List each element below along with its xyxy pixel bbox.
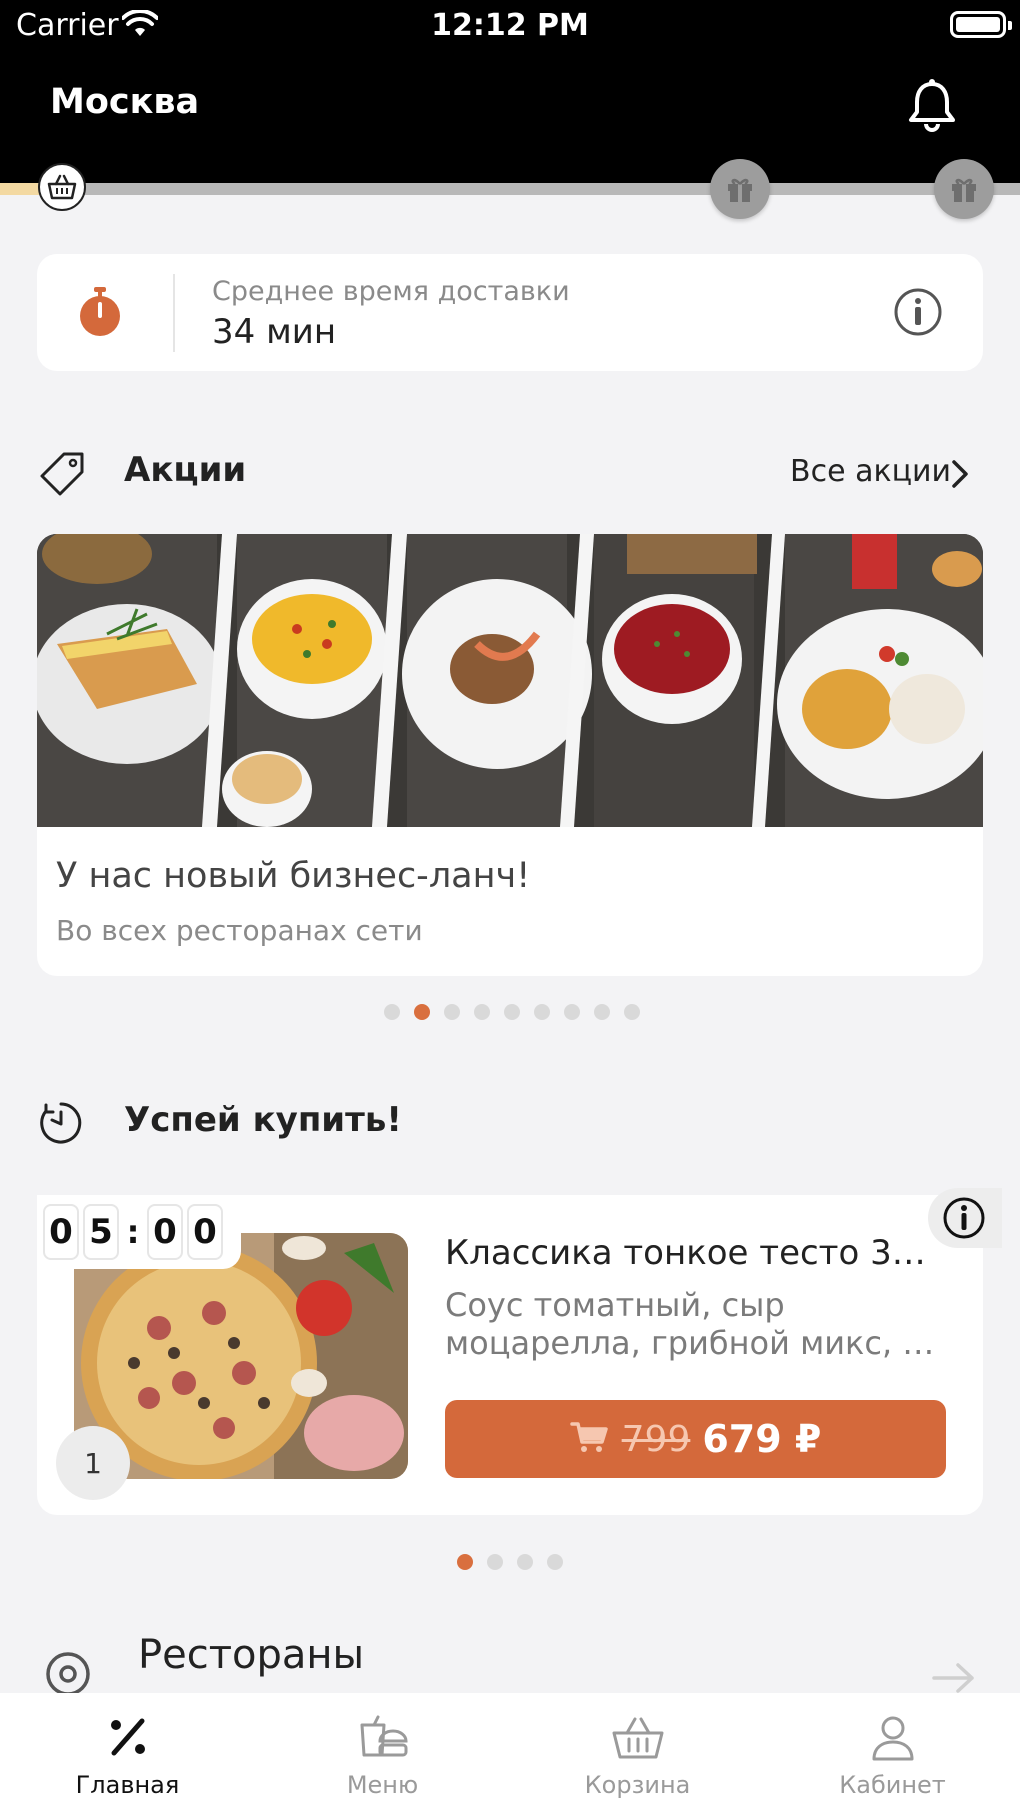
tab-label: Главная [75, 1771, 180, 1799]
promo-food-image [37, 534, 983, 827]
pager-dot[interactable] [517, 1554, 533, 1570]
pager-dot[interactable] [594, 1004, 610, 1020]
city-selector[interactable]: Москва [50, 82, 199, 122]
offer-pager[interactable] [457, 1554, 563, 1570]
tag-icon [38, 450, 86, 502]
promo-subtitle: Во всех ресторанах сети [56, 914, 423, 947]
percent-icon [0, 1715, 255, 1759]
tab-home[interactable]: Главная [0, 1693, 255, 1813]
countdown-timer: 05:00 [37, 1195, 241, 1269]
tab-cart[interactable]: Корзина [510, 1693, 765, 1813]
battery-icon [950, 11, 1012, 38]
pager-dot[interactable] [384, 1004, 400, 1020]
product-description: Соус томатный, сыр моцарелла, грибной ми… [445, 1286, 945, 1362]
tab-label: Кабинет [839, 1771, 946, 1799]
tab-label: Корзина [584, 1771, 691, 1799]
product-title: Классика тонкое тесто 36… [445, 1233, 935, 1273]
new-price: 679 ₽ [702, 1417, 822, 1461]
gift-reward-icon[interactable] [934, 159, 994, 219]
delivery-label: Среднее время доставки [212, 276, 570, 307]
pager-dot[interactable] [487, 1554, 503, 1570]
hurry-title: Успей купить! [124, 1100, 402, 1140]
loyalty-progress-track [0, 183, 1020, 195]
countdown-digit: 0 [187, 1204, 223, 1260]
menu-food-icon [255, 1715, 510, 1761]
delivery-time-value: 34 мин [212, 312, 337, 352]
pager-dot[interactable] [457, 1554, 473, 1570]
chevron-right-icon[interactable] [948, 456, 972, 496]
basket-badge-icon [38, 163, 86, 211]
pager-dot[interactable] [504, 1004, 520, 1020]
restaurants-title[interactable]: Рестораны [138, 1632, 364, 1678]
old-price: 799 [621, 1418, 691, 1460]
countdown-digit: 0 [43, 1204, 79, 1260]
product-description-line: моцарелла, грибной микс, в… [445, 1324, 945, 1362]
quantity-badge: 1 [56, 1426, 130, 1500]
tab-bar: Главная Меню Корзина Кабинет [0, 1693, 1020, 1813]
divider [173, 274, 175, 352]
status-bar: Carrier 12:12 PM [0, 0, 1020, 52]
basket-icon [510, 1715, 765, 1761]
loyalty-progress-fill [0, 183, 41, 195]
pager-dot[interactable] [534, 1004, 550, 1020]
promo-card[interactable]: У нас новый бизнес-ланч! Во всех рестора… [37, 534, 983, 976]
bell-icon[interactable] [905, 78, 959, 138]
add-to-cart-button[interactable]: 799 679 ₽ [445, 1400, 946, 1478]
promo-title: У нас новый бизнес-ланч! [56, 856, 531, 896]
promos-title: Акции [124, 450, 247, 490]
countdown-digit: 5 [83, 1204, 119, 1260]
all-promos-link[interactable]: Все акции [790, 454, 951, 489]
stopwatch-icon [77, 287, 123, 341]
gift-reward-icon[interactable] [710, 159, 770, 219]
pager-dot[interactable] [547, 1554, 563, 1570]
status-time: 12:12 PM [431, 8, 589, 43]
countdown-separator: : [126, 1213, 140, 1251]
profile-icon [765, 1715, 1020, 1761]
countdown-digit: 0 [147, 1204, 183, 1260]
app-header: Carrier 12:12 PM Москва [0, 0, 1020, 183]
promo-pager[interactable] [384, 1004, 640, 1020]
pager-dot[interactable] [444, 1004, 460, 1020]
clock-icon [38, 1100, 84, 1150]
delivery-time-card: Среднее время доставки 34 мин [37, 254, 983, 371]
pager-dot[interactable] [624, 1004, 640, 1020]
tab-label: Меню [346, 1771, 419, 1799]
pager-dot[interactable] [474, 1004, 490, 1020]
pager-dot[interactable] [564, 1004, 580, 1020]
tab-profile[interactable]: Кабинет [765, 1693, 1020, 1813]
pager-dot[interactable] [414, 1004, 430, 1020]
info-icon[interactable] [928, 1188, 1002, 1248]
tab-menu[interactable]: Меню [255, 1693, 510, 1813]
product-description-line: Соус томатный, сыр [445, 1286, 785, 1324]
info-icon[interactable] [893, 287, 943, 341]
cart-icon [569, 1420, 610, 1458]
